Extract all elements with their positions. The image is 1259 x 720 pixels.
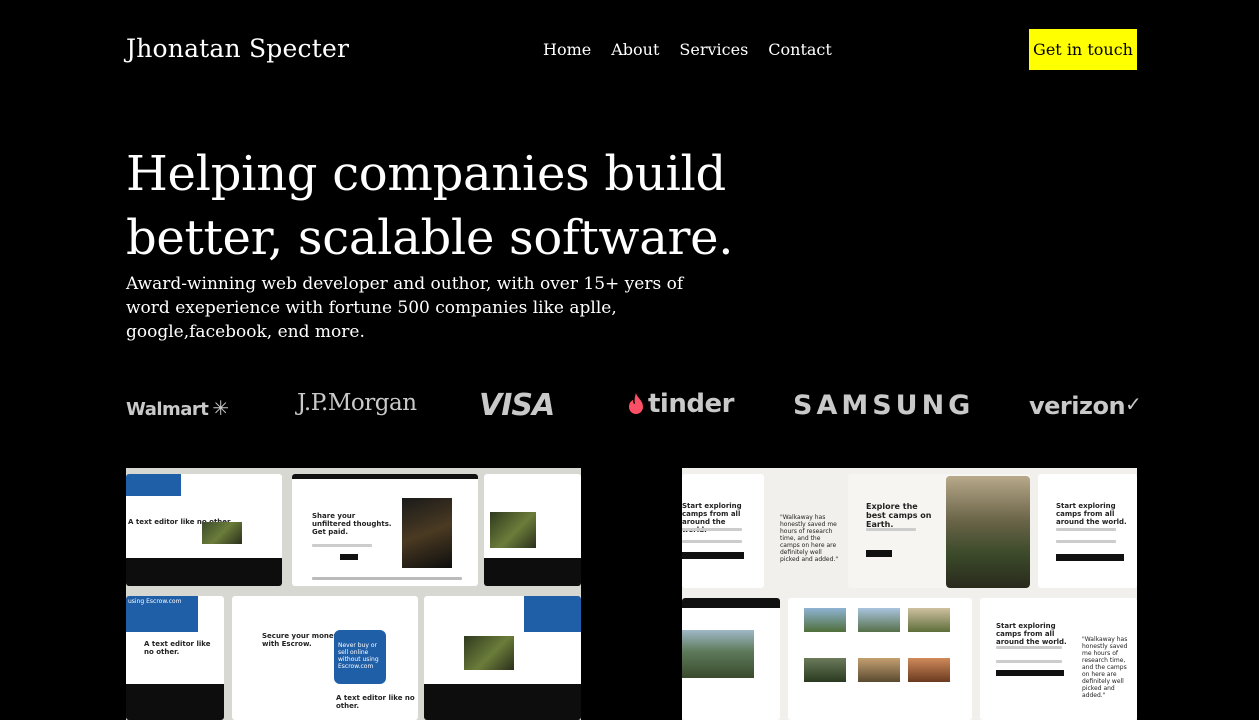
mockup-headline: Start exploring camps from all around th…: [996, 622, 1067, 646]
mockup-text: Never buy or sell online without using E…: [338, 642, 379, 670]
mockup-headline: Start exploring camps from all around th…: [1056, 502, 1127, 526]
walmart-wordmark: Walmart: [126, 399, 209, 420]
mockup-text: A text editor like no other.: [336, 694, 415, 710]
testimonial-quote: "Walkaway has honestly saved me hours of…: [780, 514, 839, 563]
mockup-panel: [682, 598, 780, 720]
jpmorgan-logo: J.P.Morgan: [297, 390, 417, 416]
client-logos: Walmart ✳ J.P.Morgan VISA tinder SAMSUNG …: [126, 386, 1142, 426]
nav-home[interactable]: Home: [543, 40, 591, 59]
nav-services[interactable]: Services: [679, 40, 748, 59]
visa-logo: VISA: [479, 388, 555, 423]
mockup-headline: Secure your money with Escrow.: [262, 632, 339, 648]
mockup-panel: Start exploring camps from all around th…: [980, 598, 1137, 720]
tinder-logo: tinder: [626, 389, 734, 419]
verizon-check-icon: ✓: [1125, 392, 1142, 416]
mockup-panel: Share your unfiltered thoughts. Get paid…: [292, 474, 478, 586]
tinder-flame-icon: [629, 393, 643, 414]
brand-name[interactable]: Jhonatan Specter: [126, 34, 349, 63]
mockup-headline: Share your unfiltered thoughts. Get paid…: [312, 512, 392, 536]
walmart-spark-icon: ✳: [212, 396, 229, 420]
hero-title: Helping companies build better, scalable…: [126, 146, 734, 266]
walmart-logo: Walmart ✳: [126, 396, 229, 420]
testimonial-quote: "Walkaway has honestly saved me hours of…: [1082, 636, 1128, 699]
mockup-panel: Start exploring camps from all around th…: [1038, 474, 1137, 588]
nav-about[interactable]: About: [611, 40, 659, 59]
mockup-panel: Secure your money with Escrow. Never buy…: [232, 596, 418, 720]
mockup-panel: A text editor like no other.: [126, 474, 282, 586]
mockup-panel: Explore the best camps on Earth.: [848, 474, 1030, 588]
mockup-panel: Start exploring camps from all around th…: [682, 474, 764, 588]
mockup-panel: using Escrow.com A text editor like no o…: [126, 596, 224, 720]
verizon-logo: verizon✓: [1029, 392, 1142, 420]
nav-contact[interactable]: Contact: [768, 40, 832, 59]
verizon-wordmark: verizon: [1029, 392, 1126, 420]
mockup-text: using Escrow.com: [128, 598, 182, 605]
portfolio-card-left[interactable]: A text editor like no other. Share your …: [126, 468, 581, 720]
main-nav: Home About Services Contact: [543, 40, 832, 59]
tinder-wordmark: tinder: [648, 389, 734, 419]
samsung-logo: SAMSUNG: [793, 390, 975, 421]
mockup-panel: [484, 474, 581, 586]
portfolio-card-right[interactable]: Start exploring camps from all around th…: [682, 468, 1137, 720]
mockup-headline: Explore the best camps on Earth.: [866, 502, 932, 529]
get-in-touch-button[interactable]: Get in touch: [1029, 29, 1137, 70]
mockup-panel: [788, 598, 972, 720]
mockup-panel: [424, 596, 581, 720]
hero-subtitle: Award-winning web developer and outhor, …: [126, 274, 684, 342]
mockup-text: A text editor like no other.: [144, 640, 211, 656]
